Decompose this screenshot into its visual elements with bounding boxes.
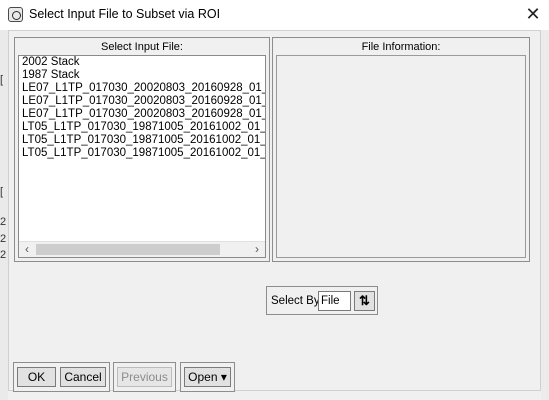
open-menu-button[interactable]: Open ▾	[184, 367, 231, 387]
app-icon	[8, 7, 23, 22]
list-item[interactable]: LE07_L1TP_017030_20020803_20160928_01_T1	[19, 108, 265, 121]
scroll-left-icon[interactable]: ‹	[19, 242, 35, 257]
list-item[interactable]: LE07_L1TP_017030_20020803_20160928_01_T1	[19, 95, 265, 108]
background-text-fragment: [	[0, 74, 4, 86]
file-information-panel: File Information:	[272, 37, 530, 262]
list-item[interactable]: LE07_L1TP_017030_20020803_20160928_01_T1	[19, 82, 265, 95]
list-item[interactable]: LT05_L1TP_017030_19871005_20161002_01_T1	[19, 147, 265, 160]
list-item[interactable]: 1987 Stack	[19, 69, 265, 82]
ok-cancel-group: OK Cancel	[13, 362, 110, 392]
list-item[interactable]: LT05_L1TP_017030_19871005_20161002_01_T1	[19, 121, 265, 134]
scrollbar-thumb[interactable]	[36, 244, 220, 255]
select-by-label: Select By	[271, 295, 320, 307]
previous-button[interactable]: Previous	[117, 367, 172, 387]
horizontal-scrollbar[interactable]: ‹ ›	[19, 241, 265, 257]
list-item[interactable]: LT05_L1TP_017030_19871005_20161002_01_T1	[19, 134, 265, 147]
background-strip: [ [ 2 2 2	[0, 30, 8, 400]
close-button[interactable]: ✕	[517, 0, 549, 30]
previous-group: Previous	[113, 362, 176, 392]
select-by-field[interactable]: File	[318, 291, 351, 311]
background-text-fragment: [	[0, 186, 4, 198]
input-file-panel-title: Select Input File:	[101, 41, 183, 53]
list-item[interactable]: 2002 Stack	[19, 56, 265, 69]
background-text-fragment: 2	[0, 216, 7, 228]
window-title: Select Input File to Subset via ROI	[29, 7, 221, 21]
input-file-list[interactable]: 2002 Stack 1987 Stack LE07_L1TP_017030_2…	[18, 55, 266, 258]
open-group: Open ▾	[180, 362, 235, 392]
scroll-right-icon[interactable]: ›	[249, 242, 265, 257]
ok-button[interactable]: OK	[17, 367, 56, 387]
file-information-panel-title: File Information:	[361, 41, 441, 53]
title-bar: Select Input File to Subset via ROI ✕	[0, 0, 549, 30]
background-text-fragment: 2	[0, 249, 7, 261]
select-by-group: Select By File ⇅	[266, 286, 378, 315]
input-file-panel: Select Input File: 2002 Stack 1987 Stack…	[14, 37, 270, 262]
background-text-fragment: 2	[0, 233, 7, 245]
window-edge	[541, 30, 549, 400]
sort-icon[interactable]: ⇅	[354, 291, 375, 311]
cancel-button[interactable]: Cancel	[60, 367, 106, 387]
file-information-area	[276, 55, 526, 258]
